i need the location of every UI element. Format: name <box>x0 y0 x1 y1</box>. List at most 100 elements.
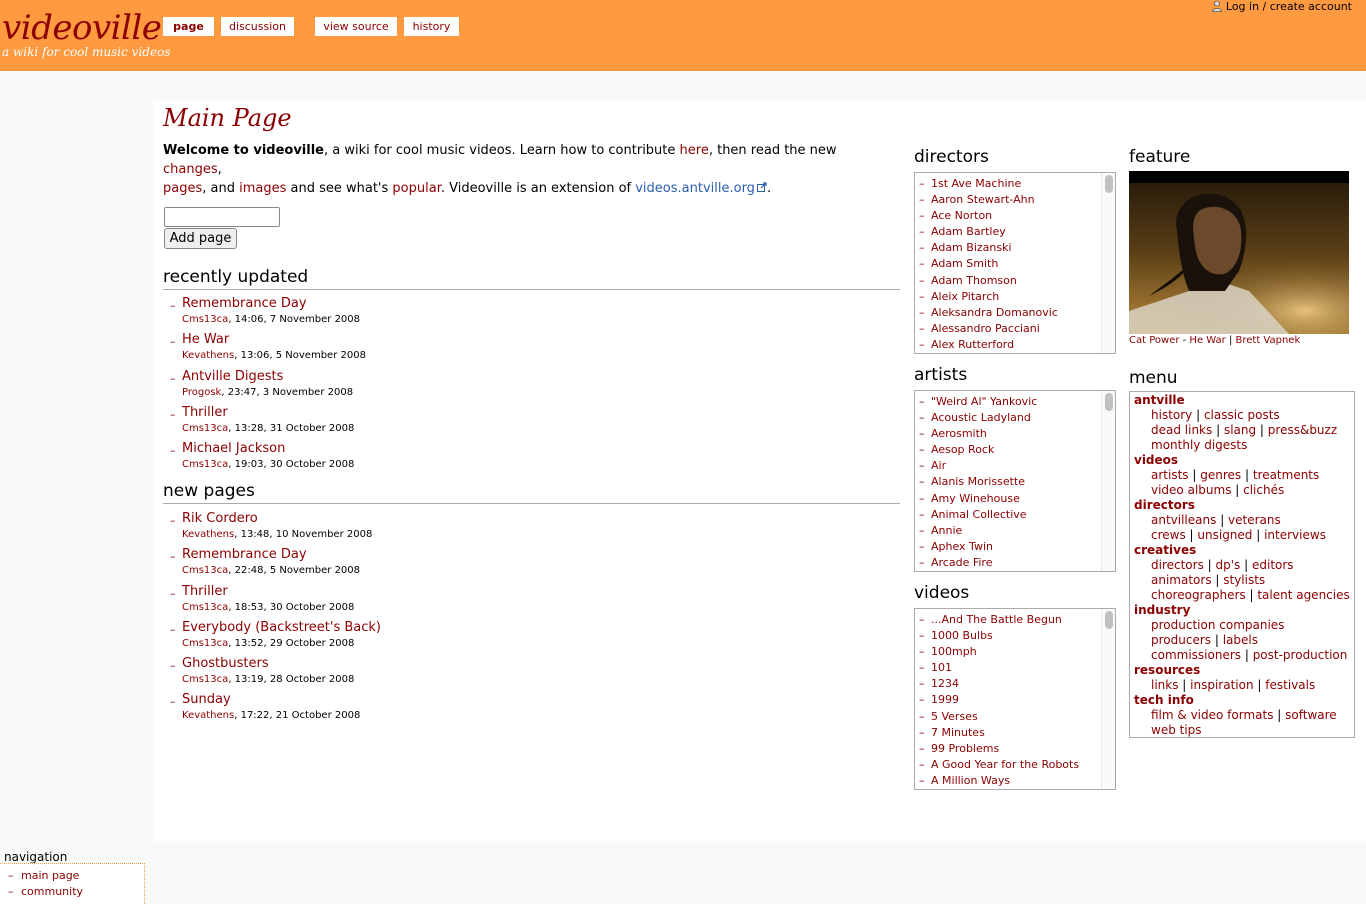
artists-list-item[interactable]: – Annie <box>915 523 1115 539</box>
artists-item-label[interactable]: "Weird Al" Yankovic <box>931 394 1037 410</box>
videos-list-item[interactable]: –7 Minutes <box>915 725 1115 741</box>
videos-item-label[interactable]: 1234 <box>931 676 959 692</box>
menu-group-directors[interactable]: directors <box>1134 498 1195 513</box>
artists-list-item[interactable]: – Alanis Morissette <box>915 474 1115 490</box>
artists-item-label[interactable]: Air <box>931 458 946 474</box>
feature-song-link[interactable]: He War <box>1189 335 1225 346</box>
entry-title[interactable]: Remembrance Day <box>182 295 307 313</box>
entry-user[interactable]: Cms13ca <box>182 423 228 434</box>
tab-history[interactable]: history <box>404 17 459 36</box>
scrollbar-thumb[interactable] <box>1105 393 1113 411</box>
entry-title[interactable]: Michael Jackson <box>182 440 285 458</box>
videos-item-label[interactable]: 1000 Bulbs <box>931 628 993 644</box>
menu-link-monthly-digests[interactable]: monthly digests <box>1151 438 1247 452</box>
directors-list-item[interactable]: – Alessandro Pacciani <box>915 321 1115 337</box>
artists-list-item[interactable]: – Arcade Fire <box>915 555 1115 571</box>
nav-item-label[interactable]: main page <box>21 868 79 884</box>
directors-box[interactable]: –1st Ave Machine – Aaron Stewart-Ahn – Ace N… <box>914 172 1116 354</box>
menu-link-inspiration[interactable]: inspiration <box>1190 678 1253 692</box>
menu-link-animators[interactable]: animators <box>1151 573 1212 587</box>
videos-list-item[interactable]: – A Good Year for the Robots <box>915 757 1115 773</box>
directors-list-item[interactable]: – Adam Thomson <box>915 273 1115 289</box>
artists-item-label[interactable]: Animal Collective <box>931 507 1027 523</box>
menu-link-crews[interactable]: crews <box>1151 528 1186 542</box>
artists-item-label[interactable]: Aphex Twin <box>931 539 993 555</box>
menu-group-videos[interactable]: videos <box>1134 453 1178 468</box>
menu-link-software[interactable]: software <box>1285 708 1337 722</box>
entry-user[interactable]: Cms13ca <box>182 602 228 613</box>
videos-item-label[interactable]: 101 <box>931 660 952 676</box>
menu-link-dead-links[interactable]: dead links <box>1151 423 1212 437</box>
videos-item-label[interactable]: 100mph <box>931 644 977 660</box>
menu-link-dps[interactable]: dp's <box>1216 558 1241 572</box>
directors-item-label[interactable]: Adam Bizanski <box>931 240 1012 256</box>
nav-item-community[interactable]: – community <box>0 884 144 900</box>
popular-link[interactable]: popular <box>392 181 440 196</box>
scrollbar-thumb[interactable] <box>1105 175 1113 193</box>
menu-link-unsigned[interactable]: unsigned <box>1197 528 1252 542</box>
scrollbar-thumb[interactable] <box>1105 611 1113 629</box>
artists-list-item[interactable]: – Aerosmith <box>915 426 1115 442</box>
artists-list-item[interactable]: – Aphex Twin <box>915 539 1115 555</box>
videos-list-item[interactable]: – A Million Ways <box>915 773 1115 789</box>
menu-group-tech-info[interactable]: tech info <box>1134 693 1194 708</box>
entry-user[interactable]: Kevathens <box>182 710 234 721</box>
videos-item-label[interactable]: 99 Problems <box>931 741 999 757</box>
tab-discussion[interactable]: discussion <box>221 17 294 36</box>
menu-link-web-tips[interactable]: web tips <box>1151 723 1202 737</box>
menu-link-veterans[interactable]: veterans <box>1228 513 1281 527</box>
videos-box[interactable]: – ...And The Battle Begun –1000 Bulbs –100m… <box>914 608 1116 790</box>
menu-link-cliches[interactable]: clichés <box>1243 483 1284 497</box>
directors-list-item[interactable]: – Aleksandra Domanovic <box>915 305 1115 321</box>
menu-link-artists[interactable]: artists <box>1151 468 1189 482</box>
directors-list-item[interactable]: – Aaron Stewart-Ahn <box>915 192 1115 208</box>
menu-link-production-companies[interactable]: production companies <box>1151 618 1284 632</box>
feature-director-link[interactable]: Brett Vapnek <box>1236 335 1301 346</box>
entry-title[interactable]: Sunday <box>182 691 231 709</box>
directors-list-item[interactable]: – Adam Bartley <box>915 224 1115 240</box>
entry-title[interactable]: Remembrance Day <box>182 546 307 564</box>
directors-list-item[interactable]: – Alex Rutterford <box>915 337 1115 353</box>
scrollbar-track[interactable] <box>1101 391 1115 571</box>
entry-title[interactable]: Ghostbusters <box>182 655 269 673</box>
videos-item-label[interactable]: ...And The Battle Begun <box>931 612 1062 628</box>
here-link[interactable]: here <box>680 143 709 158</box>
artists-item-label[interactable]: Annie <box>931 523 962 539</box>
menu-link-commissioners[interactable]: commissioners <box>1151 648 1241 662</box>
menu-link-producers[interactable]: producers <box>1151 633 1211 647</box>
videos-list-item[interactable]: –1999 <box>915 692 1115 708</box>
videos-item-label[interactable]: 1999 <box>931 692 959 708</box>
menu-link-classic-posts[interactable]: classic posts <box>1204 408 1280 422</box>
directors-item-label[interactable]: Aleix Pitarch <box>931 289 999 305</box>
videos-list-item[interactable]: –101 <box>915 660 1115 676</box>
artists-item-label[interactable]: Acoustic Ladyland <box>931 410 1031 426</box>
menu-group-resources[interactable]: resources <box>1134 663 1200 678</box>
directors-item-label[interactable]: Alex Rutterford <box>931 337 1014 353</box>
menu-link-stylists[interactable]: stylists <box>1223 573 1265 587</box>
changes-link[interactable]: changes <box>163 162 218 177</box>
directors-list-item[interactable]: – Ace Norton <box>915 208 1115 224</box>
feature-artist-link[interactable]: Cat Power <box>1129 335 1179 346</box>
menu-group-antville[interactable]: antville <box>1134 393 1185 408</box>
directors-item-label[interactable]: Adam Smith <box>931 256 998 272</box>
videos-list-item[interactable]: –100mph <box>915 644 1115 660</box>
entry-title[interactable]: Everybody (Backstreet's Back) <box>182 619 381 637</box>
videos-list-item[interactable]: –1000 Bulbs <box>915 628 1115 644</box>
tab-view-source[interactable]: view source <box>315 17 397 36</box>
menu-group-industry[interactable]: industry <box>1134 603 1190 618</box>
artists-item-label[interactable]: Arcade Fire <box>931 555 992 571</box>
artists-item-label[interactable]: Alanis Morissette <box>931 474 1025 490</box>
directors-item-label[interactable]: Alessandro Pacciani <box>931 321 1040 337</box>
directors-list-item[interactable]: – Adam Bizanski <box>915 240 1115 256</box>
menu-link-festivals[interactable]: festivals <box>1265 678 1315 692</box>
artists-item-label[interactable]: Amy Winehouse <box>931 491 1020 507</box>
scrollbar-track[interactable] <box>1101 609 1115 789</box>
menu-link-post-production[interactable]: post-production <box>1253 648 1348 662</box>
entry-user[interactable]: Cms13ca <box>182 459 228 470</box>
tab-page[interactable]: page <box>163 17 214 36</box>
menu-link-labels[interactable]: labels <box>1223 633 1258 647</box>
entry-user[interactable]: Cms13ca <box>182 674 228 685</box>
directors-item-label[interactable]: 1st Ave Machine <box>931 176 1021 192</box>
add-page-input[interactable] <box>164 207 280 227</box>
videos-list-item[interactable]: – ...And The Battle Begun <box>915 612 1115 628</box>
